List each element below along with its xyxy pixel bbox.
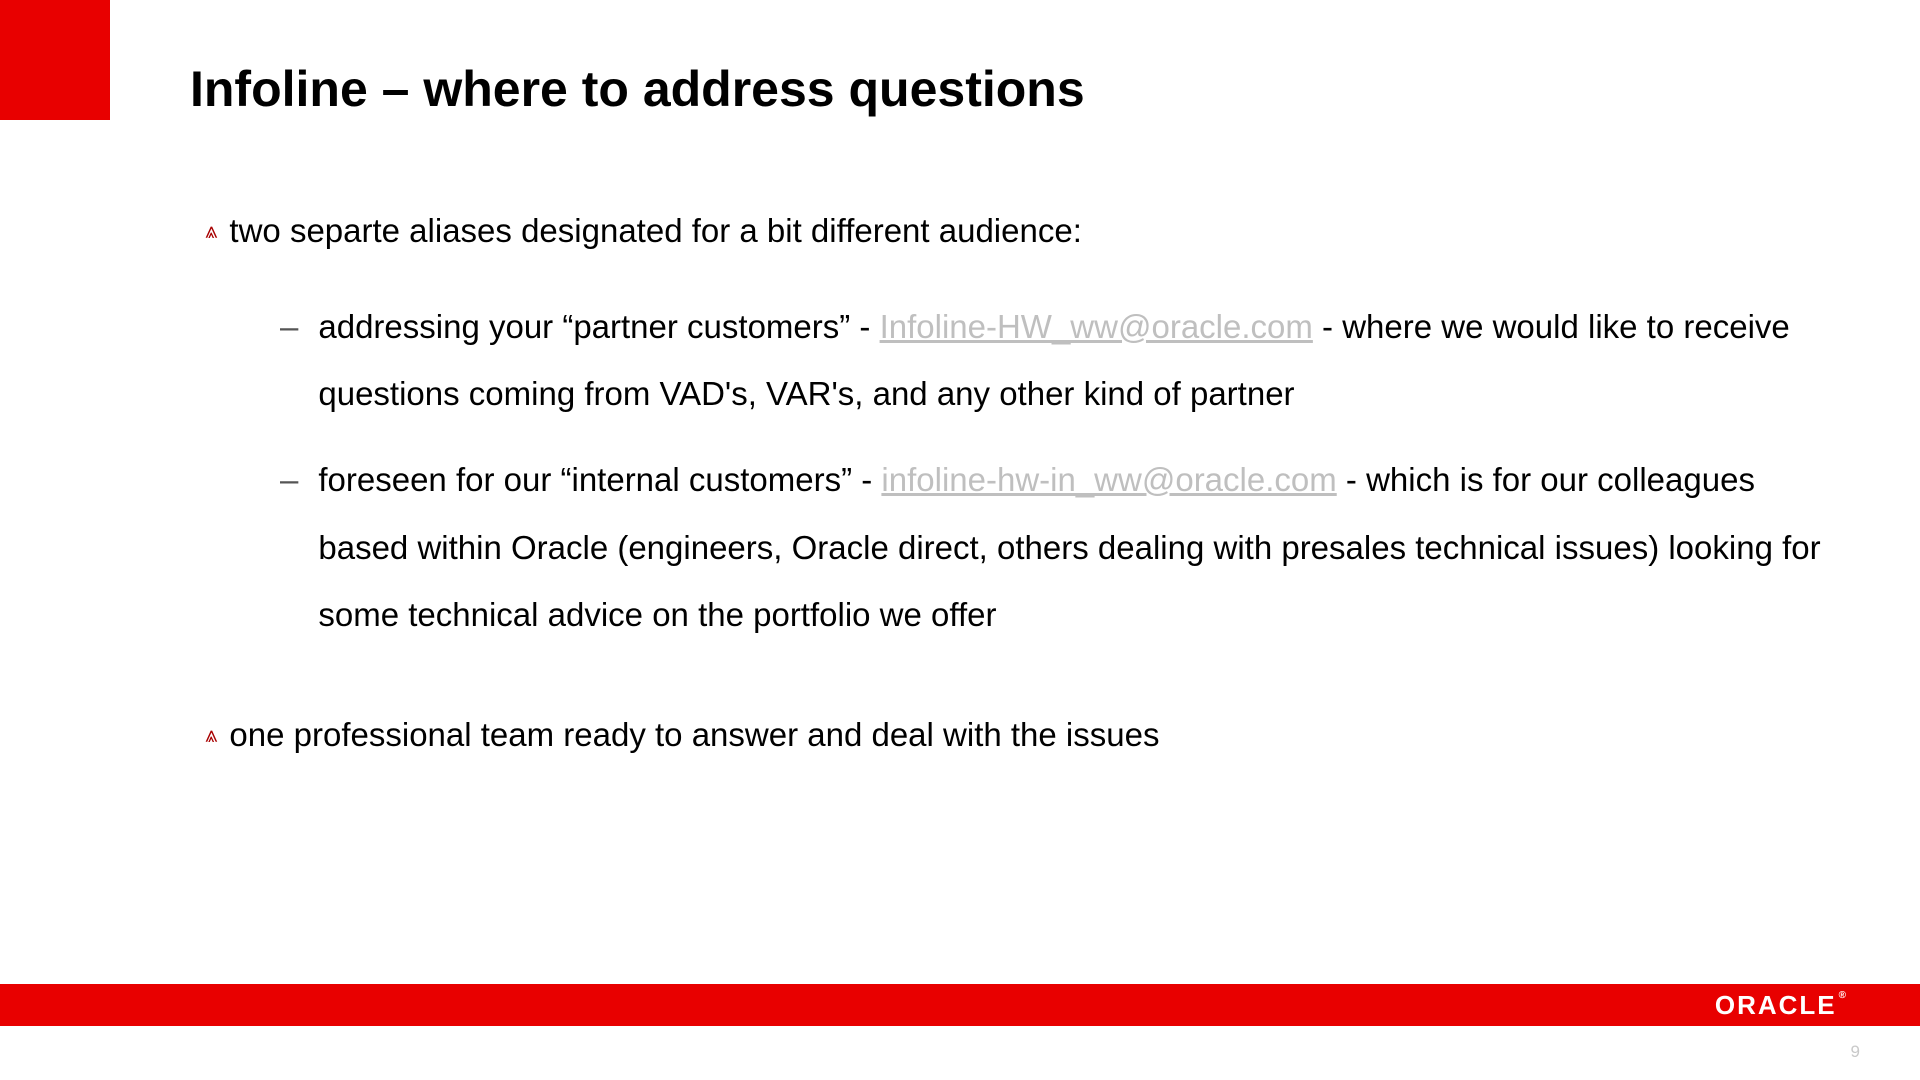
bullet-item: ⩓ one professional team ready to answer … <box>205 709 1840 762</box>
text-segment: addressing your “partner customers” - <box>318 308 879 345</box>
sub-bullet-list: – addressing your “partner customers” - … <box>280 293 1840 649</box>
sub-bullet-text: addressing your “partner customers” - In… <box>318 293 1840 428</box>
registered-mark-icon: ® <box>1839 990 1848 1001</box>
corner-accent <box>0 0 110 120</box>
email-link-internal[interactable]: infoline-hw-in_ww@oracle.com <box>881 461 1336 498</box>
bullet-item: ⩓ two separte aliases designated for a b… <box>205 205 1840 258</box>
page-number: 9 <box>1851 1042 1860 1062</box>
dash-bullet-icon: – <box>280 446 298 514</box>
email-link-partner[interactable]: Infoline-HW_ww@oracle.com <box>880 308 1313 345</box>
sub-bullet-text: foreseen for our “internal customers” - … <box>318 446 1840 649</box>
footer-band: ORACLE® <box>0 984 1920 1026</box>
triangle-bullet-icon: ⩓ <box>205 213 217 248</box>
triangle-bullet-icon: ⩓ <box>205 717 217 752</box>
logo-text: ORACLE <box>1715 990 1837 1020</box>
sub-bullet-item: – foreseen for our “internal customers” … <box>280 446 1840 649</box>
sub-bullet-item: – addressing your “partner customers” - … <box>280 293 1840 428</box>
slide-body: ⩓ two separte aliases designated for a b… <box>205 205 1840 762</box>
slide-title: Infoline – where to address questions <box>190 60 1085 118</box>
text-segment: foreseen for our “internal customers” - <box>318 461 881 498</box>
oracle-logo: ORACLE® <box>1715 990 1848 1021</box>
dash-bullet-icon: – <box>280 293 298 361</box>
bullet-text: two separte aliases designated for a bit… <box>229 205 1081 258</box>
bullet-text: one professional team ready to answer an… <box>229 709 1159 762</box>
